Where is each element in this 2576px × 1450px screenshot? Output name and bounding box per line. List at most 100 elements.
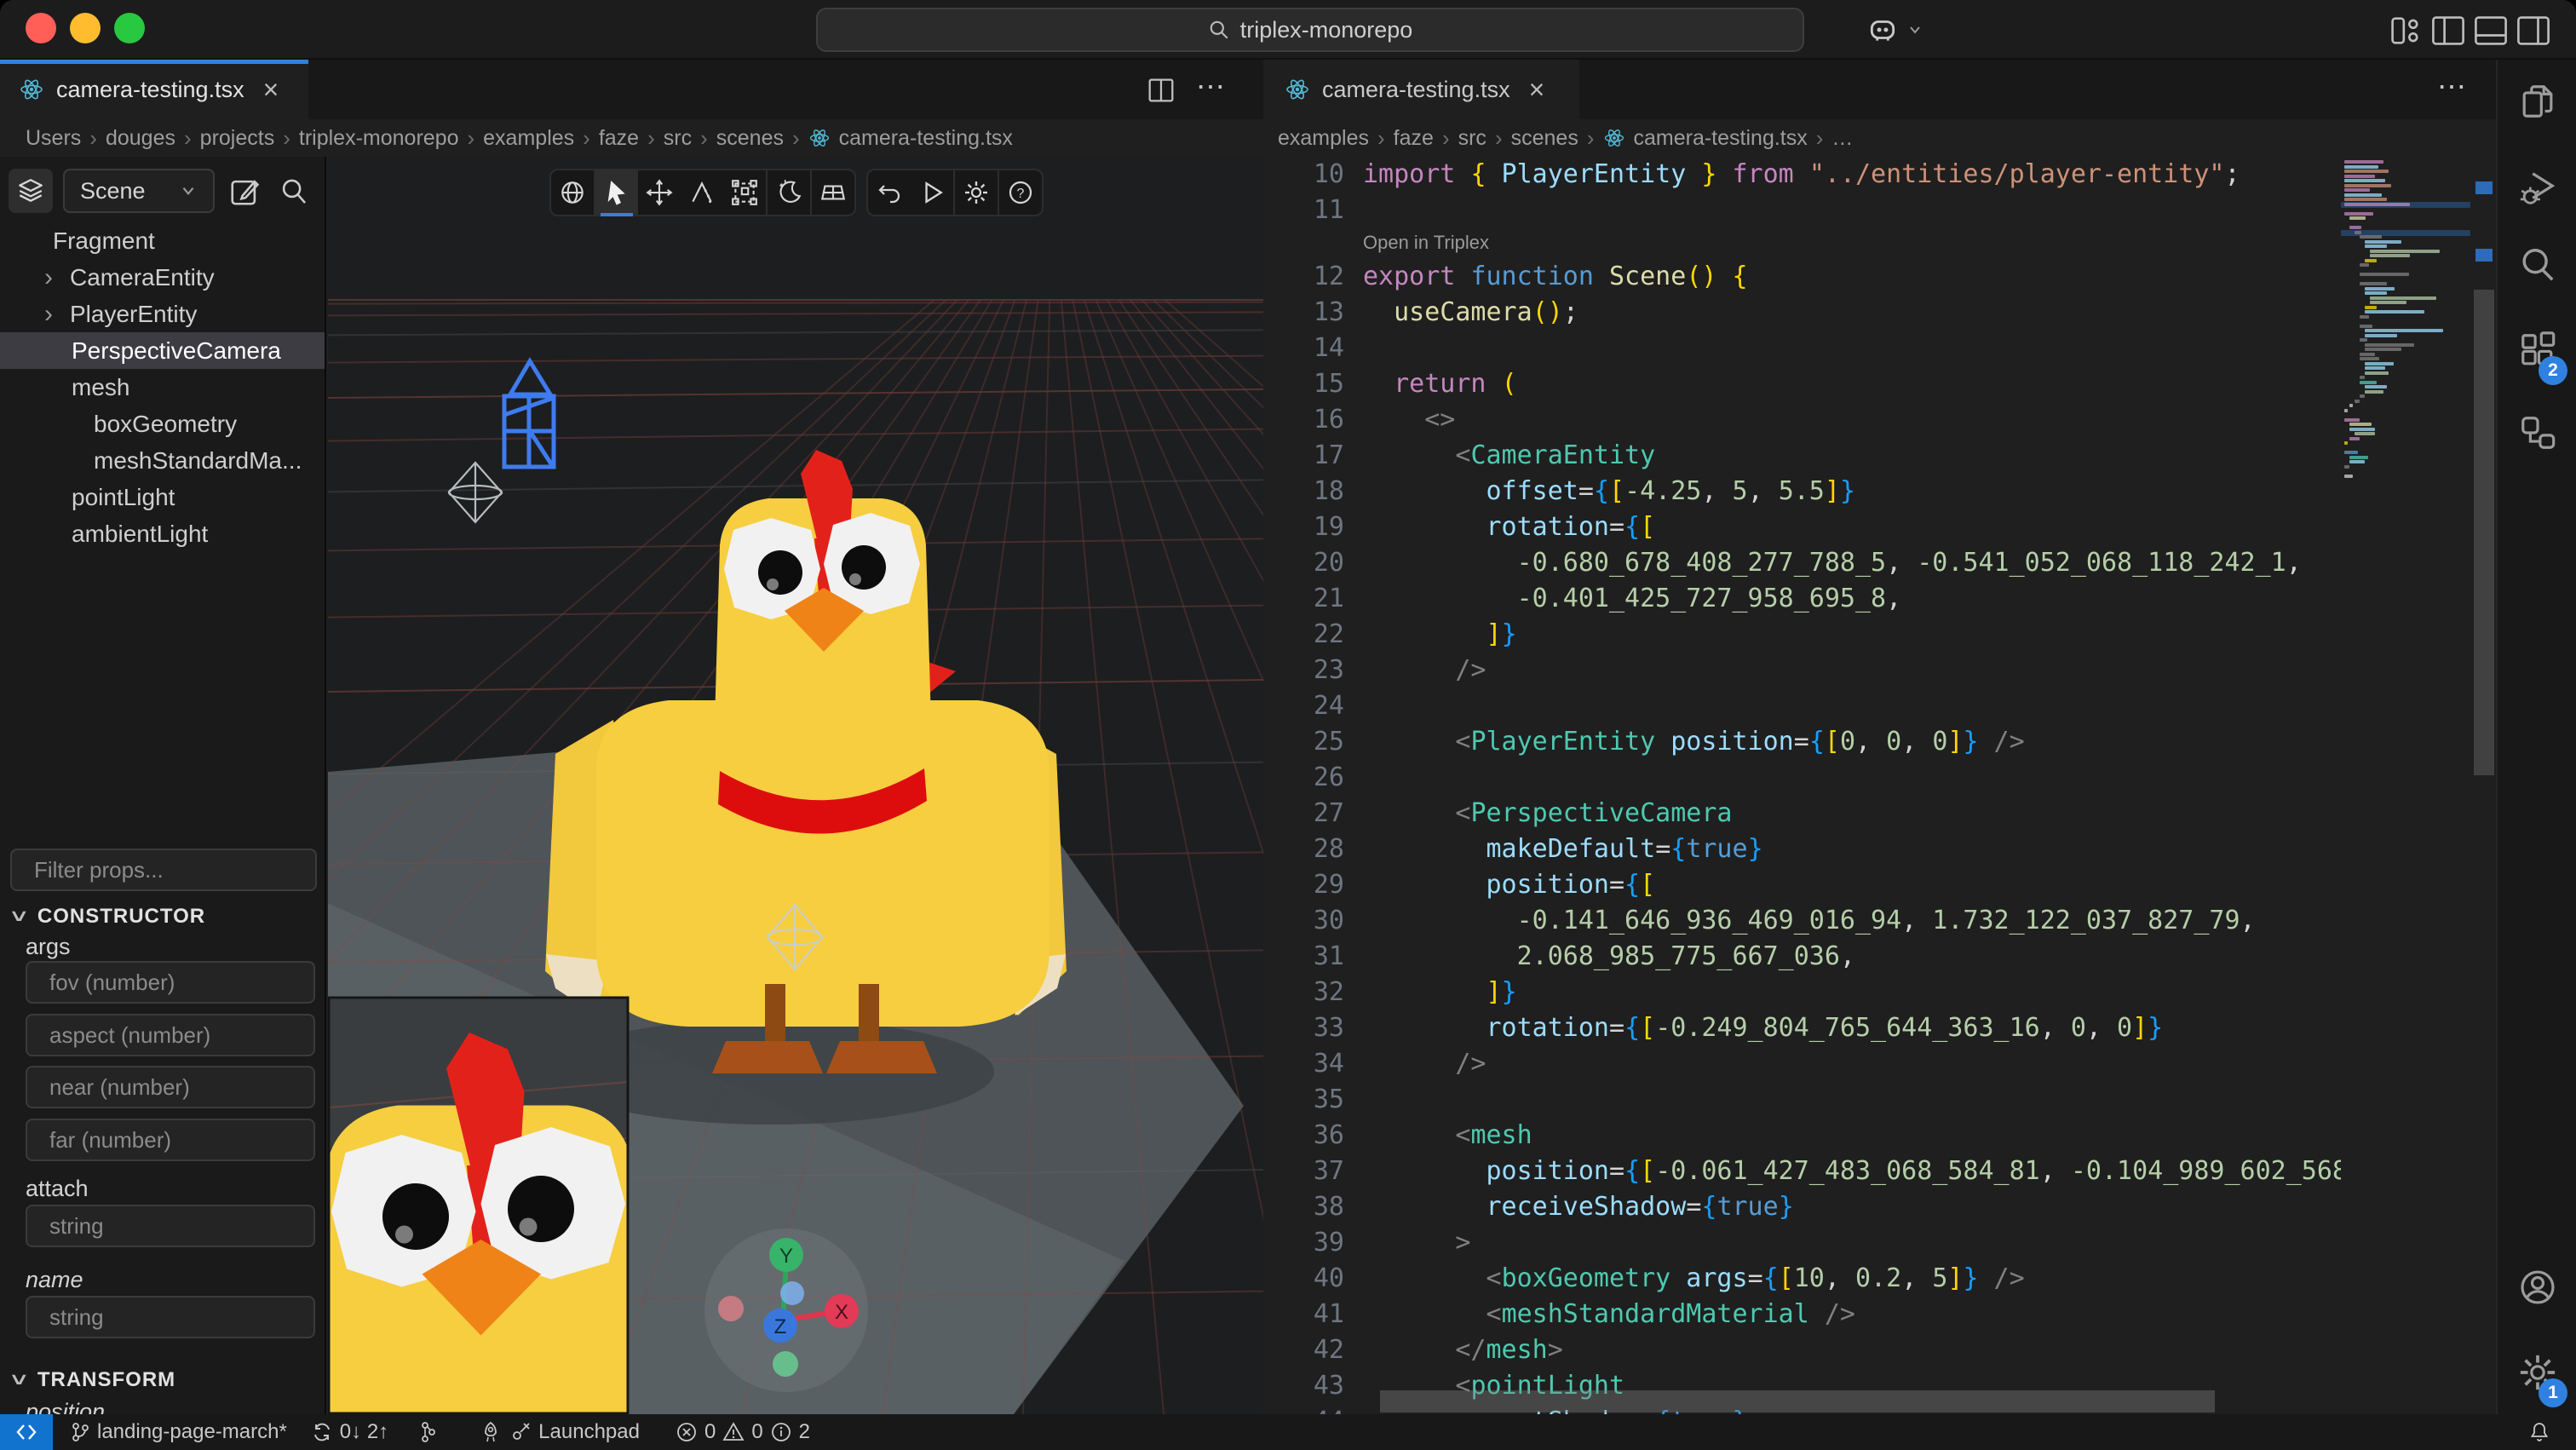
maximize-window-button[interactable] bbox=[114, 13, 145, 43]
search-icon[interactable] bbox=[2518, 245, 2557, 285]
close-window-button[interactable] bbox=[26, 13, 56, 43]
explorer-icon[interactable] bbox=[2518, 82, 2557, 121]
viewport-settings-button[interactable] bbox=[955, 170, 998, 215]
command-center-search[interactable]: triplex-monorepo bbox=[816, 8, 1804, 52]
scale-tool-button[interactable] bbox=[723, 170, 766, 215]
breadcrumb-item[interactable]: src bbox=[664, 126, 692, 151]
breadcrumb-item[interactable]: faze bbox=[599, 126, 639, 151]
constructor-section-header[interactable]: ˅CONSTRUCTOR bbox=[14, 905, 205, 929]
tree-item-meshstandardma[interactable]: meshStandardMa... bbox=[0, 442, 326, 479]
tree-item-mesh[interactable]: mesh bbox=[0, 369, 326, 406]
aspect-input[interactable] bbox=[26, 1014, 315, 1056]
toggle-primary-sidebar-icon[interactable] bbox=[2429, 14, 2467, 47]
play-button[interactable] bbox=[911, 170, 953, 215]
close-icon[interactable]: × bbox=[1529, 74, 1545, 106]
axis-y-negative-handle[interactable] bbox=[773, 1351, 798, 1377]
attach-input[interactable] bbox=[26, 1205, 315, 1247]
tab-camera-testing-left[interactable]: camera-testing.tsx × bbox=[0, 60, 308, 119]
transform-section-header[interactable]: ˅TRANSFORM bbox=[14, 1368, 175, 1392]
code-editor[interactable]: 10import { PlayerEntity } from "../entit… bbox=[1266, 157, 2341, 1414]
editor-actions-more-icon[interactable]: ⋯ bbox=[2437, 70, 2468, 104]
breadcrumb[interactable]: examples›faze›src›scenes›camera-testing.… bbox=[1266, 119, 2496, 157]
filter-props-input[interactable] bbox=[10, 849, 317, 891]
breadcrumb-item[interactable]: camera-testing.tsx bbox=[839, 126, 1013, 151]
notifications-item[interactable] bbox=[2528, 1420, 2550, 1444]
fov-input[interactable] bbox=[26, 961, 315, 1004]
tree-item-boxgeometry[interactable]: boxGeometry bbox=[0, 406, 326, 442]
breadcrumb-item[interactable]: … bbox=[1831, 126, 1853, 151]
warnings-count: 0 bbox=[751, 1420, 762, 1444]
launchpad-item[interactable]: Launchpad bbox=[479, 1420, 640, 1444]
near-input[interactable] bbox=[26, 1066, 315, 1108]
code-line-20: 20 -0.680_678_408_277_788_5, -0.541_052_… bbox=[1266, 545, 2341, 581]
tree-item-cameraentity[interactable]: ›CameraEntity bbox=[0, 259, 326, 296]
settings-badge: 1 bbox=[2539, 1378, 2567, 1407]
select-tool-button[interactable] bbox=[595, 170, 638, 215]
remote-indicator[interactable] bbox=[0, 1414, 53, 1450]
tree-item-perspectivecamera[interactable]: PerspectiveCamera bbox=[0, 332, 326, 369]
line-number: 41 bbox=[1266, 1297, 1344, 1332]
edit-icon[interactable] bbox=[228, 175, 261, 208]
chevron-right-icon[interactable]: › bbox=[44, 300, 70, 329]
split-editor-icon[interactable] bbox=[1145, 75, 1177, 106]
scrollbar-thumb[interactable] bbox=[2474, 290, 2494, 775]
sync-item[interactable]: 0↓ 2↑ bbox=[311, 1420, 388, 1444]
help-button[interactable]: ? bbox=[999, 170, 1042, 215]
scene-select[interactable]: Scene bbox=[63, 169, 215, 213]
tree-item-playerentity[interactable]: ›PlayerEntity bbox=[0, 296, 326, 332]
3d-viewport[interactable]: Y X Z ? bbox=[328, 157, 1263, 1414]
axis-x-negative-handle[interactable] bbox=[718, 1296, 744, 1321]
breadcrumb-item[interactable]: scenes bbox=[716, 126, 784, 151]
editor-actions-more-icon[interactable]: ⋯ bbox=[1196, 70, 1227, 104]
breadcrumb-item[interactable]: projects bbox=[200, 126, 275, 151]
run-debug-icon[interactable] bbox=[2518, 169, 2557, 208]
code-line-16: 16 <> bbox=[1266, 402, 2341, 438]
customize-layout-icon[interactable] bbox=[2387, 14, 2424, 47]
world-space-button[interactable] bbox=[551, 170, 594, 215]
horizontal-scrollbar[interactable] bbox=[1380, 1390, 2215, 1413]
close-icon[interactable]: × bbox=[263, 74, 279, 106]
tree-item-fragment[interactable]: Fragment bbox=[0, 222, 326, 259]
breadcrumb-item[interactable]: examples bbox=[483, 126, 574, 151]
toggle-secondary-sidebar-icon[interactable] bbox=[2515, 14, 2552, 47]
minimap[interactable] bbox=[2341, 157, 2470, 1414]
toggle-panel-icon[interactable] bbox=[2472, 14, 2510, 47]
account-icon[interactable] bbox=[2518, 1268, 2557, 1307]
activity-bar: 2 1 bbox=[2496, 60, 2576, 1414]
breadcrumb-item[interactable]: faze bbox=[1394, 126, 1434, 151]
source-control-graph-item[interactable] bbox=[419, 1420, 438, 1444]
breadcrumb[interactable]: Users›douges›projects›triplex-monorepo›e… bbox=[0, 119, 1263, 157]
chevron-right-icon[interactable]: › bbox=[44, 263, 70, 292]
breadcrumb-item[interactable]: examples bbox=[1278, 126, 1369, 151]
undo-button[interactable] bbox=[868, 170, 911, 215]
hierarchy-icon[interactable] bbox=[2518, 413, 2557, 452]
tab-camera-testing-right[interactable]: camera-testing.tsx × bbox=[1266, 60, 1579, 119]
search-icon[interactable] bbox=[278, 175, 310, 208]
breadcrumb-item[interactable]: camera-testing.tsx bbox=[1634, 126, 1808, 151]
vertical-scrollbar[interactable] bbox=[2472, 157, 2496, 1414]
axis-gizmo[interactable]: Y X Z bbox=[704, 1228, 868, 1392]
far-input[interactable] bbox=[26, 1119, 315, 1161]
minimap-line bbox=[2365, 343, 2414, 347]
codelens-open-in-triplex[interactable]: Open in Triplex bbox=[1266, 228, 2341, 259]
copilot-menu[interactable] bbox=[1866, 14, 1923, 46]
tree-item-pointlight[interactable]: pointLight bbox=[0, 479, 326, 515]
name-input[interactable] bbox=[26, 1296, 315, 1338]
layers-button[interactable] bbox=[9, 169, 53, 213]
translate-tool-button[interactable] bbox=[638, 170, 681, 215]
grid-toggle-button[interactable] bbox=[812, 170, 854, 215]
breadcrumb-item[interactable]: triplex-monorepo bbox=[299, 126, 459, 151]
breadcrumb-item[interactable]: scenes bbox=[1511, 126, 1578, 151]
axis-z-positive-handle[interactable] bbox=[780, 1281, 804, 1305]
tree-item-ambientlight[interactable]: ambientLight bbox=[0, 515, 326, 552]
git-branch-item[interactable]: landing-page-march* bbox=[70, 1420, 287, 1444]
breadcrumb-item[interactable]: douges bbox=[106, 126, 175, 151]
night-mode-button[interactable] bbox=[768, 170, 810, 215]
breadcrumb-item[interactable]: src bbox=[1458, 126, 1486, 151]
rotate-tool-button[interactable] bbox=[681, 170, 723, 215]
minimap-line bbox=[2360, 263, 2369, 267]
minimap-line bbox=[2360, 357, 2379, 360]
minimize-window-button[interactable] bbox=[70, 13, 101, 43]
breadcrumb-item[interactable]: Users bbox=[26, 126, 81, 151]
problems-item[interactable]: 0 0 2 bbox=[676, 1420, 810, 1444]
